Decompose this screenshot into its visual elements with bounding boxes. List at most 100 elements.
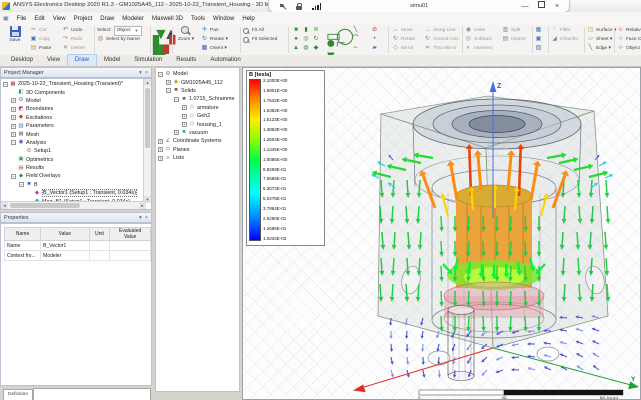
expander-plus-icon[interactable]: + [11, 106, 16, 112]
tab-view[interactable]: View [40, 55, 67, 66]
menu-window[interactable]: Window [209, 13, 238, 25]
model-tree-item[interactable]: + ◇ Geh2 [158, 112, 239, 120]
model-tree-item[interactable]: − ⚙ Model [158, 70, 239, 78]
expander-plus-icon[interactable]: + [11, 123, 16, 129]
project-tree-item[interactable]: +⚙Setup1 [3, 147, 151, 155]
expander-minus-icon[interactable]: − [19, 182, 24, 188]
expander-plus-icon[interactable]: + [182, 113, 187, 119]
surface-menu-button[interactable]: ◳Surface ▾ [587, 26, 617, 35]
model-tree-item[interactable]: + ◆ GM1025A45_112 [158, 78, 239, 86]
expander-plus-icon[interactable]: + [166, 80, 171, 86]
expander-minus-icon[interactable]: − [158, 71, 163, 77]
model-tree-item[interactable]: + ∠ Coordinate Systems [158, 137, 239, 145]
expander-plus-icon[interactable]: + [11, 115, 16, 121]
draw-torus-icon[interactable]: ◎ [301, 35, 311, 44]
select-mode-dropdown[interactable]: Object ▼ [113, 25, 142, 36]
draw-circle-icon[interactable]: ● [326, 35, 336, 52]
move-button[interactable]: ↔ Move [392, 26, 415, 35]
expander-minus-icon[interactable]: − [11, 173, 16, 179]
tab-results[interactable]: Results [169, 55, 203, 66]
redo-button[interactable]: ↷ Redo [62, 35, 85, 44]
project-tree-item[interactable]: + ◆ Excitations [3, 114, 151, 122]
draw-helix-icon[interactable]: ≋ [311, 26, 321, 35]
measure-icon[interactable]: ▙ [153, 44, 165, 63]
mirror-button[interactable]: ◇ Mirror [392, 44, 415, 53]
relative-cs-button[interactable]: ⊹Relative CS [617, 26, 641, 35]
imprint-button[interactable]: ▤ Imprint [502, 35, 526, 44]
draw-point-button[interactable]: • [371, 35, 378, 44]
select-by-name-button[interactable]: ◎ Select by Name [97, 35, 142, 44]
definition-tab[interactable]: Definition [3, 389, 33, 400]
fit-selected-button[interactable]: Fit Selected [243, 35, 277, 44]
pin-icon[interactable]: ▾ [139, 70, 142, 76]
expander-plus-icon[interactable]: + [158, 147, 163, 153]
model-tree-item[interactable]: + ■ vacuum [158, 129, 239, 137]
cut-button[interactable]: ✂ Cut [30, 26, 51, 35]
menu-maxwell-3d[interactable]: Maxwell 3D [148, 13, 187, 25]
model-tree-item[interactable]: + ◇ housing_1 [158, 120, 239, 128]
project-tree-item[interactable]: +◆B_Vector1 (Setup1 : Transient, 0.034s) [3, 189, 151, 198]
model-tree-item[interactable]: − ■ 1.0715_Schramme [158, 95, 239, 103]
tab-desktop[interactable]: Desktop [4, 55, 40, 66]
paste-button[interactable]: ▤ Paste [30, 44, 52, 53]
edge-menu-button[interactable]: ╲ Edge ▾ [587, 44, 616, 53]
sweep-disabled-button[interactable]: ⊘ [371, 26, 378, 35]
subtract-button[interactable]: ◎ Subtract [465, 35, 492, 44]
project-tree-item[interactable]: +▤Results [3, 164, 151, 172]
undo-button[interactable]: ↶ Undo [62, 26, 85, 35]
notifications-muted-icon[interactable] [279, 3, 286, 10]
session-restore-button[interactable] [533, 0, 549, 12]
expander-plus-icon[interactable]: + [158, 155, 163, 161]
expander-plus-icon[interactable]: + [182, 122, 187, 128]
draw-line-button[interactable]: ╲ [352, 26, 359, 35]
draw-cylinder-icon[interactable]: ▮ [301, 26, 311, 35]
import-model-icon[interactable]: ▼ [153, 26, 169, 43]
project-tree-hscrollbar[interactable]: ◄ ► [1, 201, 146, 209]
expander-minus-icon[interactable]: − [174, 96, 179, 102]
draw-box-icon[interactable]: ■ [291, 26, 301, 35]
draw-sphere-icon[interactable]: ● [291, 35, 301, 44]
save-button[interactable]: Save [3, 26, 27, 43]
unite-button[interactable]: ◉ Unite [465, 26, 492, 35]
expander-plus-icon[interactable]: + [182, 105, 187, 111]
project-tree-item[interactable]: + ▥ Parameters [3, 122, 151, 130]
session-close-button[interactable]: × [549, 1, 565, 12]
menu-project[interactable]: Project [70, 13, 97, 25]
project-tree-item[interactable]: + ⚙ Model [3, 97, 151, 105]
project-tree-item[interactable]: + ◩ Boundaries [3, 105, 151, 113]
project-tree-vscrollbar[interactable]: ▲ ▼ [143, 79, 151, 203]
tab-simulation[interactable]: Simulation [127, 55, 169, 66]
pan-button[interactable]: ✛ Pan [201, 26, 228, 35]
properties-row[interactable]: Name B_Vector1 [3, 240, 151, 251]
menu-view[interactable]: View [49, 13, 70, 25]
history-tree-icon[interactable]: ▚ [153, 35, 165, 54]
model-tree-item[interactable]: + ≡ Lists [158, 154, 239, 162]
orient-button[interactable]: ▦ Orient ▾ [201, 44, 228, 53]
close-icon[interactable]: × [145, 215, 148, 221]
rotate-button[interactable]: ↻ Rotate [392, 35, 415, 44]
rotate-view-button[interactable]: ↻ Rotate ▾ [201, 35, 228, 44]
duplicate-along-line-button[interactable]: → Along Line [424, 26, 459, 35]
object-cs-button[interactable]: ⊹Object CS [617, 44, 641, 53]
pin-icon[interactable]: ▾ [139, 215, 142, 221]
intersect-button[interactable]: ◐ Intersect [465, 44, 493, 53]
draw-spiral-icon[interactable]: ↻ [311, 35, 321, 44]
delete-button[interactable]: ✕ Delete [62, 44, 85, 53]
draw-plane-button[interactable]: ▰ [371, 44, 378, 53]
view-option-3-button[interactable]: ▧ [535, 44, 542, 53]
draw-ellipsoid-icon[interactable]: ◍ [301, 44, 311, 53]
project-tree-item[interactable]: − ◆ Field Overlays [3, 172, 151, 180]
lock-icon[interactable] [296, 2, 302, 10]
tab-model[interactable]: Model [97, 55, 127, 66]
menu-file[interactable]: File [13, 13, 31, 25]
duplicate-thru-mirror-button[interactable]: ≍ Thru Mirror [424, 44, 459, 53]
project-tree-item[interactable]: +▣Optimetrics [3, 156, 151, 164]
properties-row[interactable]: Context fro... Modeler [3, 250, 151, 261]
model-tree-item[interactable]: + ▭ Planes [158, 146, 239, 154]
project-tree-item[interactable]: + ▦ Mesh [3, 130, 151, 138]
chamfer-button[interactable]: ◢ Chamfer [551, 35, 578, 44]
split-button[interactable]: ▥ Split [502, 26, 526, 35]
model-tree-item[interactable]: − ■ Solids [158, 87, 239, 95]
menu-tools[interactable]: Tools [187, 13, 209, 25]
expander-plus-icon[interactable]: + [11, 98, 16, 104]
